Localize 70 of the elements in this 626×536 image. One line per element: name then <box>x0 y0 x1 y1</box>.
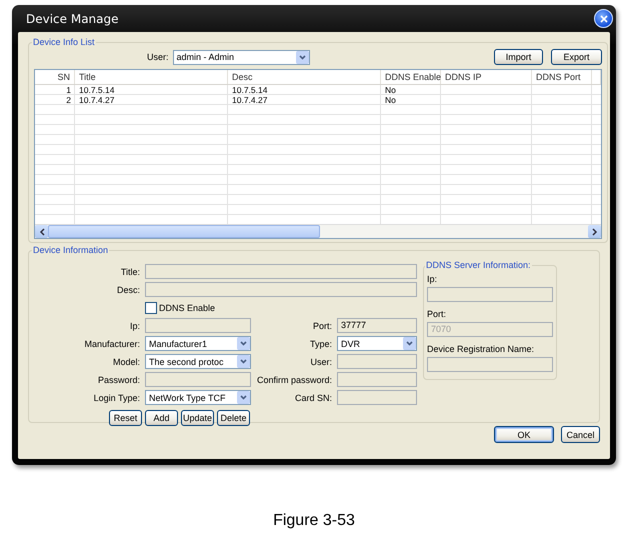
input-field[interactable] <box>145 282 417 297</box>
column-header[interactable]: DDNS Enable <box>381 70 441 84</box>
field-label: Password: <box>96 374 140 384</box>
field-label: Device Registration Name: <box>427 344 536 354</box>
select-field[interactable]: DVR <box>337 336 417 351</box>
column-header[interactable]: Title <box>75 70 228 84</box>
field-label: Title: <box>120 266 140 276</box>
dialog-button[interactable]: OK <box>494 426 554 443</box>
input-field[interactable] <box>145 264 417 279</box>
chevron-down-icon <box>403 337 416 350</box>
action-button[interactable]: Update <box>181 410 214 426</box>
window-title: Device Manage <box>26 12 119 26</box>
field-label: Ip: <box>427 274 438 284</box>
input-field[interactable] <box>337 372 417 387</box>
field-label: Type: <box>308 338 332 348</box>
chevron-left-icon <box>38 228 44 236</box>
group-legend: Device Info List <box>32 37 96 47</box>
user-dropdown[interactable]: admin - Admin <box>172 50 310 64</box>
table-cell-text: 10.7.5.14 <box>78 85 116 95</box>
column-header[interactable]: SN <box>35 70 75 84</box>
input-field[interactable]: 37777 <box>337 318 417 333</box>
input-field[interactable] <box>145 372 251 387</box>
chevron-down-icon <box>296 50 309 64</box>
input-field[interactable] <box>145 318 251 333</box>
table-cell-text: 10.7.4.27 <box>78 95 116 105</box>
field-label: Port: <box>312 320 332 330</box>
field-label: Manufacturer: <box>83 338 140 348</box>
close-icon <box>600 14 608 22</box>
checkbox-label: DDNS Enable <box>159 302 216 312</box>
table-cell-text: No <box>384 85 397 95</box>
field-label: Login Type: <box>92 392 140 402</box>
select-field[interactable]: NetWork Type TCF <box>145 390 251 405</box>
select-field[interactable]: Manufacturer1 <box>145 336 251 351</box>
field-label: Card SN: <box>294 392 332 402</box>
input-field[interactable] <box>337 390 417 405</box>
user-label: User: <box>147 52 169 62</box>
column-header[interactable]: DDNS Port <box>532 70 592 84</box>
chevron-down-icon <box>237 355 250 368</box>
field-label: Ip: <box>128 320 140 330</box>
close-button[interactable] <box>594 9 613 28</box>
toolbar-button[interactable]: Export <box>551 49 602 65</box>
field-label: Confirm password: <box>256 374 332 384</box>
action-button[interactable]: Reset <box>109 410 142 426</box>
group-legend: Device Information <box>32 245 110 255</box>
input-field[interactable] <box>427 357 553 372</box>
table-cell-text: 1 <box>65 85 72 95</box>
group-legend: DDNS Server Information: <box>425 260 532 270</box>
field-label: Model: <box>112 356 140 366</box>
toolbar-button[interactable]: Import <box>494 49 543 65</box>
table-cell-text: 2 <box>65 95 72 105</box>
column-header[interactable]: DDNS IP <box>441 70 532 84</box>
table-cell-text: 10.7.4.27 <box>231 95 268 105</box>
chevron-down-icon <box>237 391 250 404</box>
table-cell-text: 10.7.5.14 <box>231 85 268 95</box>
field-label: Desc: <box>116 284 140 294</box>
chevron-right-icon <box>592 228 598 236</box>
action-button[interactable]: Delete <box>217 410 250 426</box>
horizontal-scrollbar[interactable] <box>35 224 601 238</box>
figure-caption: Figure 3-53 <box>272 512 356 530</box>
column-header[interactable]: Desc <box>228 70 381 84</box>
input-field[interactable] <box>337 354 417 369</box>
dialog-button[interactable]: Cancel <box>561 426 600 443</box>
field-label: Port: <box>427 309 448 319</box>
checkbox[interactable] <box>145 302 157 314</box>
input-field[interactable] <box>427 287 553 302</box>
select-field[interactable]: The second protoc <box>145 354 251 369</box>
field-label: User: <box>309 356 332 366</box>
action-button[interactable]: Add <box>145 410 178 426</box>
chevron-down-icon <box>237 337 250 350</box>
table-cell-text: No <box>384 95 397 105</box>
